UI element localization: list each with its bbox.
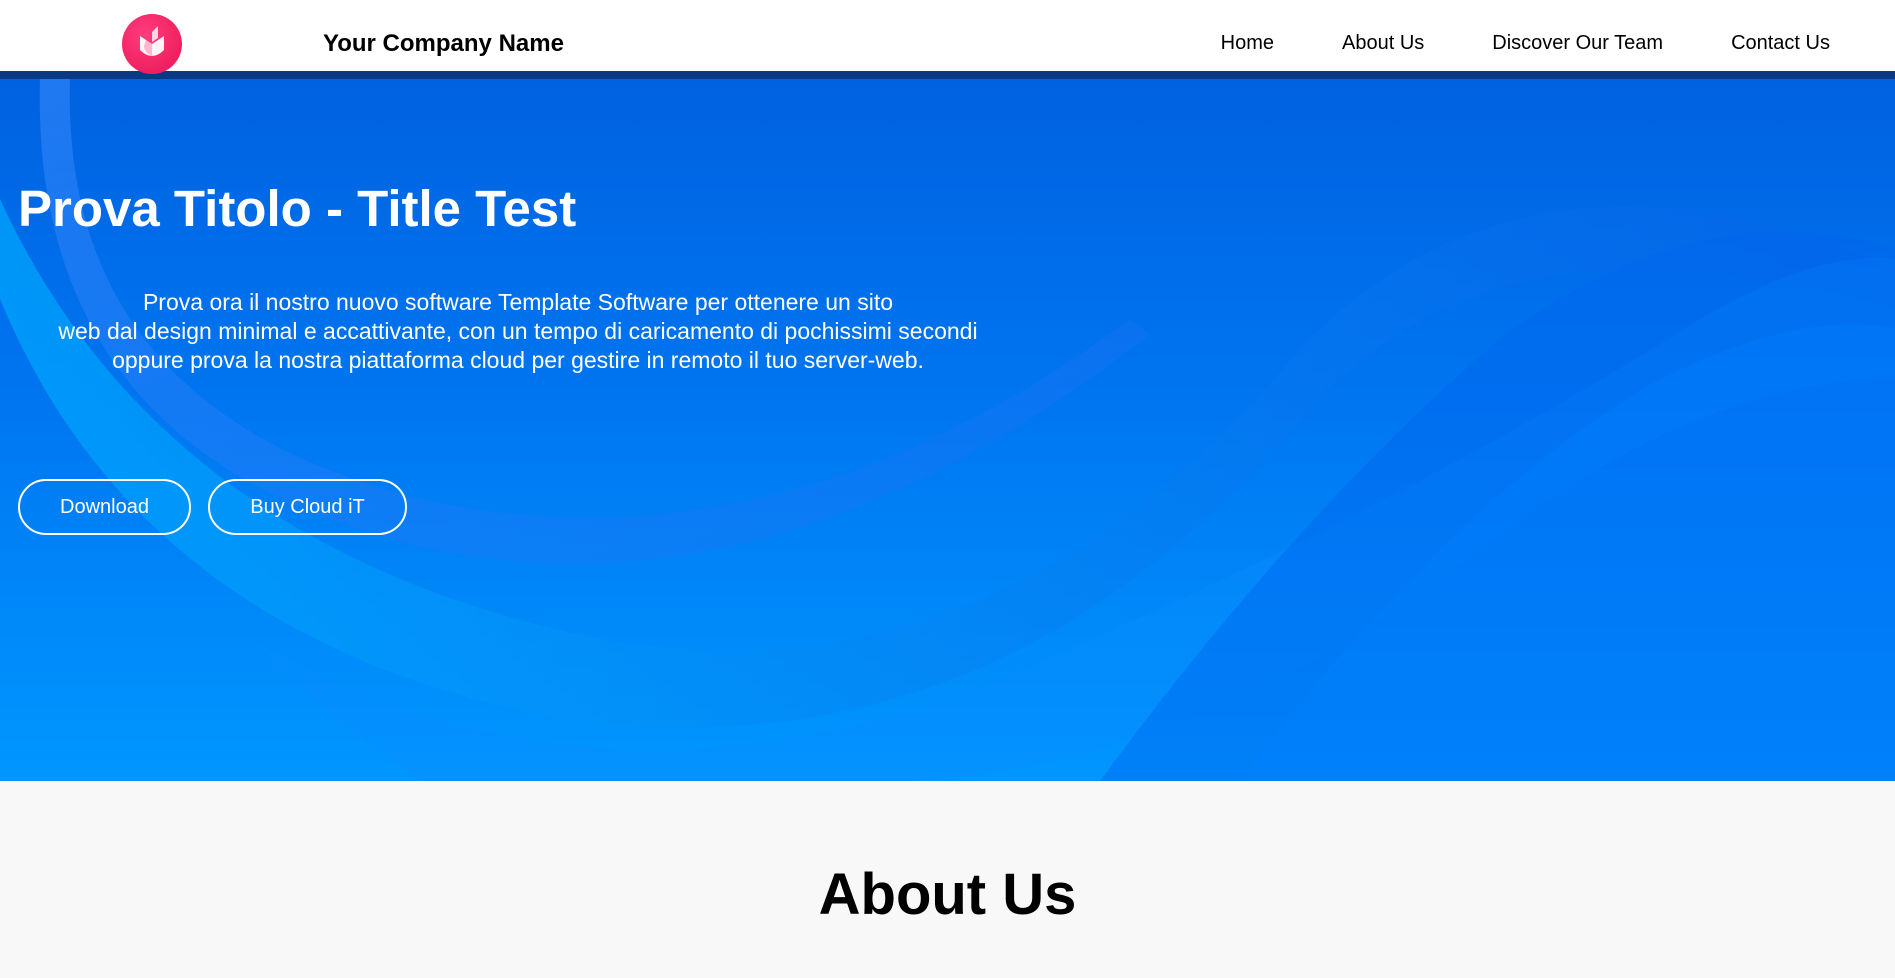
top-navbar: Your Company Name Home About Us Discover… — [0, 0, 1895, 79]
hero-description-line-3: oppure prova la nostra piattaforma cloud… — [112, 347, 924, 373]
about-title: About Us — [818, 862, 1077, 927]
about-section: About Us — [0, 781, 1895, 978]
nav-about-us[interactable]: About Us — [1342, 32, 1424, 55]
hero-description-line-2: web dal design minimal e accattivante, c… — [58, 318, 978, 344]
buy-cloud-button[interactable]: Buy Cloud iT — [208, 479, 407, 535]
hero-section: Prova Titolo - Title Test Prova ora il n… — [0, 79, 1895, 781]
nav-discover-team[interactable]: Discover Our Team — [1492, 32, 1663, 55]
company-name[interactable]: Your Company Name — [323, 30, 564, 58]
nav-contact-us[interactable]: Contact Us — [1731, 32, 1830, 55]
hero-title: Prova Titolo - Title Test — [18, 180, 577, 237]
nav-home[interactable]: Home — [1221, 32, 1274, 55]
hero-description: Prova ora il nostro nuovo software Templ… — [18, 288, 1018, 375]
hero-description-line-1: Prova ora il nostro nuovo software Templ… — [142, 289, 894, 315]
main-nav: Home About Us Discover Our Team Contact … — [1221, 32, 1830, 55]
download-button[interactable]: Download — [18, 479, 191, 535]
company-logo-icon[interactable] — [122, 14, 182, 74]
